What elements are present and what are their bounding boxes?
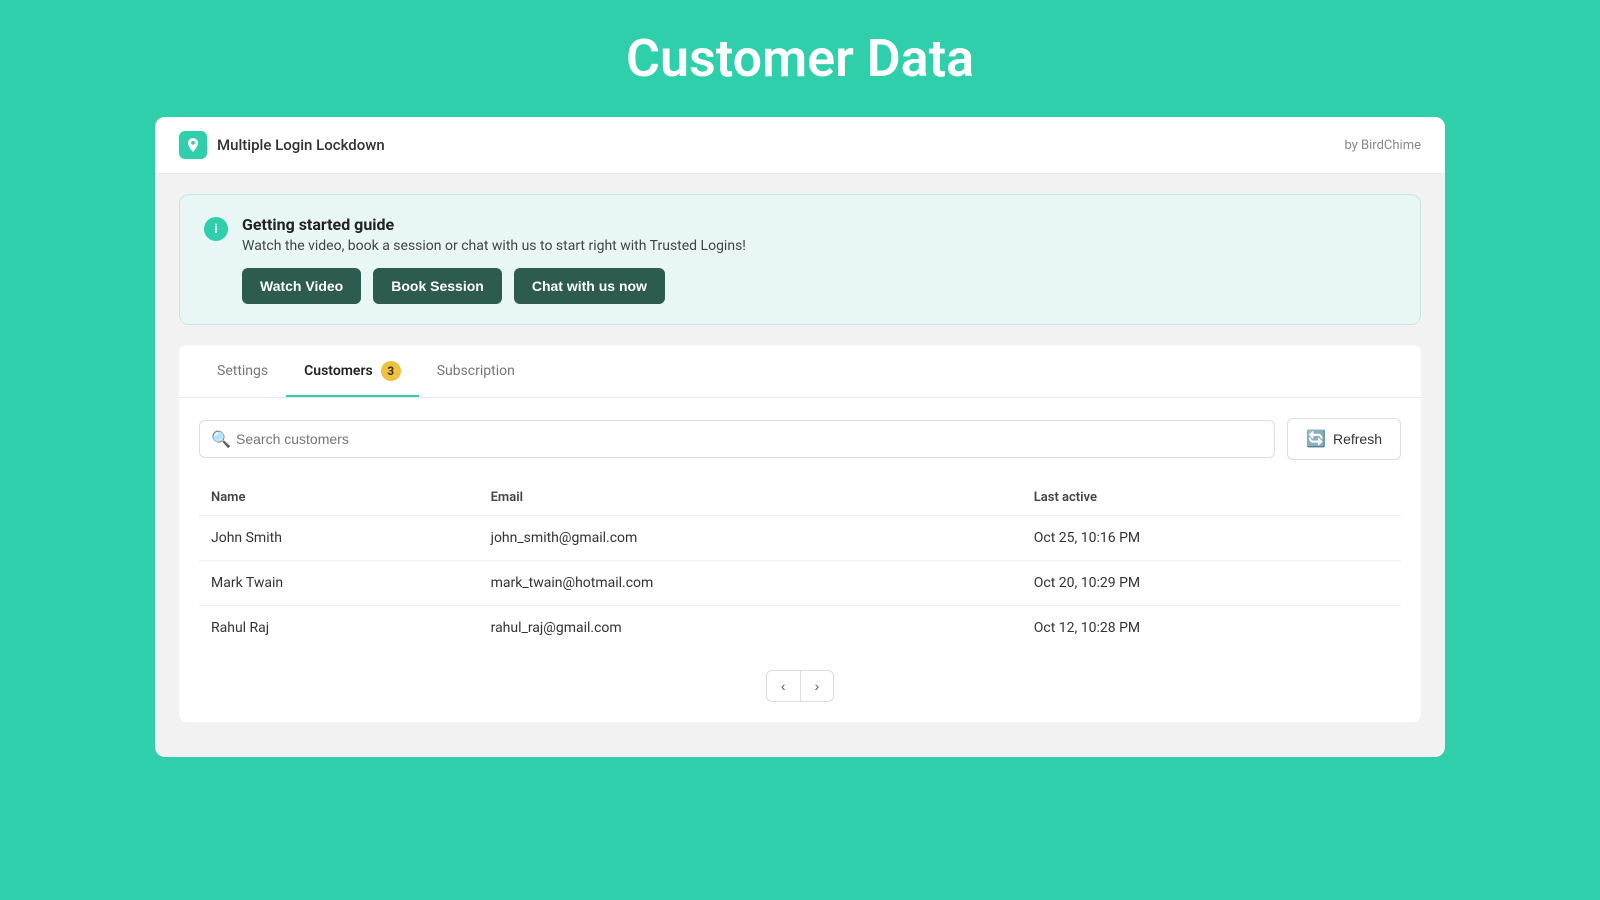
getting-started-content: Getting started guide Watch the video, b… [242, 215, 746, 304]
tab-settings-label: Settings [217, 363, 268, 379]
getting-started-title: Getting started guide [242, 215, 746, 234]
info-icon: i [204, 217, 228, 241]
app-logo-icon [179, 131, 207, 159]
customers-badge: 3 [381, 361, 401, 381]
tab-customers[interactable]: Customers 3 [286, 345, 419, 397]
pagination-next[interactable]: › [801, 670, 835, 702]
search-icon: 🔍 [211, 430, 231, 449]
getting-started-buttons: Watch Video Book Session Chat with us no… [242, 268, 746, 304]
cell-name: John Smith [199, 516, 479, 561]
cell-last-active: Oct 20, 10:29 PM [1022, 561, 1401, 606]
app-name: Multiple Login Lockdown [217, 136, 385, 154]
tabs-section: Settings Customers 3 Subscription 🔍 [179, 345, 1421, 722]
customers-table: Name Email Last active John Smith john_s… [199, 480, 1401, 650]
cell-last-active: Oct 25, 10:16 PM [1022, 516, 1401, 561]
getting-started-description: Watch the video, book a session or chat … [242, 238, 746, 254]
table-row: Mark Twain mark_twain@hotmail.com Oct 20… [199, 561, 1401, 606]
cell-name: Mark Twain [199, 561, 479, 606]
cell-name: Rahul Raj [199, 606, 479, 651]
cell-last-active: Oct 12, 10:28 PM [1022, 606, 1401, 651]
app-header-left: Multiple Login Lockdown [179, 131, 385, 159]
watch-video-button[interactable]: Watch Video [242, 268, 361, 304]
search-wrapper: 🔍 [199, 420, 1275, 458]
cell-email: mark_twain@hotmail.com [479, 561, 1022, 606]
tab-subscription-label: Subscription [437, 363, 515, 379]
cell-email: rahul_raj@gmail.com [479, 606, 1022, 651]
refresh-label: Refresh [1333, 431, 1382, 447]
tab-settings[interactable]: Settings [199, 345, 286, 397]
search-input[interactable] [199, 420, 1275, 458]
app-by-label: by BirdChime [1344, 138, 1421, 153]
search-refresh-row: 🔍 🔄 Refresh [199, 418, 1401, 460]
book-session-button[interactable]: Book Session [373, 268, 502, 304]
tab-customers-label: Customers [304, 363, 373, 379]
tab-content: 🔍 🔄 Refresh Name Email Last active [179, 398, 1421, 722]
chat-button[interactable]: Chat with us now [514, 268, 665, 304]
content-area: i Getting started guide Watch the video,… [155, 174, 1445, 742]
getting-started-box: i Getting started guide Watch the video,… [179, 194, 1421, 325]
page-title: Customer Data [626, 0, 974, 117]
pagination: ‹ › [199, 670, 1401, 702]
table-row: Rahul Raj rahul_raj@gmail.com Oct 12, 10… [199, 606, 1401, 651]
col-last-active: Last active [1022, 480, 1401, 516]
app-header: Multiple Login Lockdown by BirdChime [155, 117, 1445, 174]
pagination-prev[interactable]: ‹ [766, 670, 801, 702]
refresh-icon: 🔄 [1306, 429, 1326, 449]
tabs-header: Settings Customers 3 Subscription [179, 345, 1421, 398]
col-name: Name [199, 480, 479, 516]
table-row: John Smith john_smith@gmail.com Oct 25, … [199, 516, 1401, 561]
col-email: Email [479, 480, 1022, 516]
tab-subscription[interactable]: Subscription [419, 345, 533, 397]
main-card: Multiple Login Lockdown by BirdChime i G… [155, 117, 1445, 757]
cell-email: john_smith@gmail.com [479, 516, 1022, 561]
refresh-button[interactable]: 🔄 Refresh [1287, 418, 1401, 460]
